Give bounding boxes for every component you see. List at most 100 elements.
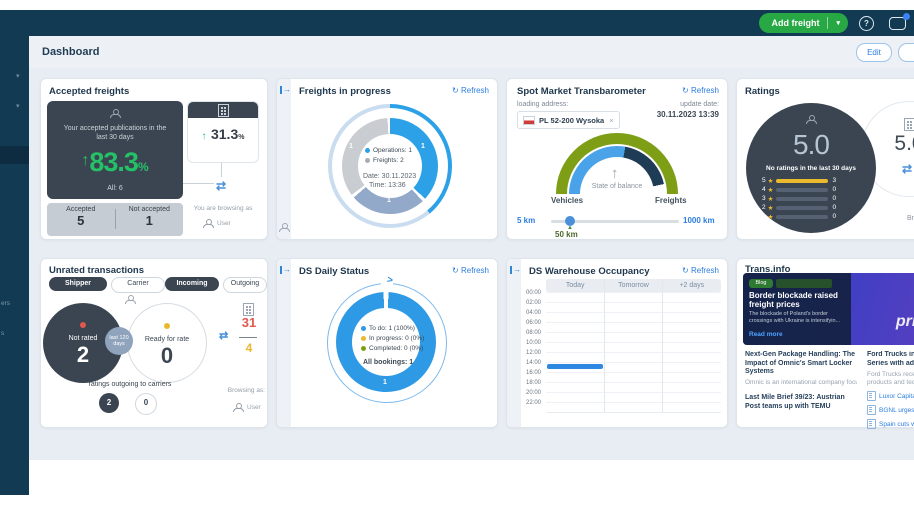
news-link-label: Luxor Capital Group rep: [879, 392, 914, 400]
toggle-shipper[interactable]: Shipper: [49, 277, 107, 291]
card-title: Ratings: [745, 86, 780, 97]
refresh-button[interactable]: ↻ Refresh: [682, 266, 719, 275]
refresh-button[interactable]: ↻ Refresh: [682, 86, 719, 95]
toggle-carrier[interactable]: Carrier: [111, 277, 165, 293]
browsing-as-text: Browsing as:: [227, 387, 265, 394]
percentage-value: 31.3: [210, 126, 239, 142]
user-icon: [125, 295, 136, 304]
company-percentage-panel: ↑ 31.3%: [187, 101, 259, 163]
fraction-line: [239, 337, 257, 338]
legend-label: Freights: 2: [373, 157, 404, 164]
count-top: 31: [241, 315, 257, 330]
edit-button[interactable]: Edit: [856, 43, 892, 62]
time-label: 04:00: [525, 310, 541, 316]
user-icon: [203, 219, 214, 228]
legend-label: Completed: 0 (0%): [369, 345, 424, 352]
time-label: 22:00: [525, 400, 541, 406]
refresh-label: Refresh: [690, 266, 719, 275]
news-hero[interactable]: de prices Blog Border blockade raised fr…: [743, 273, 914, 345]
refresh-button[interactable]: ↻ Refresh: [452, 266, 489, 275]
more-button[interactable]: [898, 43, 914, 62]
time-label: 14:00: [525, 360, 541, 366]
transinfo-card: Trans.info de prices Blog Border blockad…: [736, 258, 914, 429]
sidebar-item-label-fragment[interactable]: ers: [1, 300, 10, 307]
category-bar: [776, 279, 832, 288]
sidebar-item-label-fragment[interactable]: s: [1, 330, 4, 337]
current-distance-label: 50 km: [555, 230, 578, 239]
news-link[interactable]: Luxor Capital Group rep: [867, 391, 914, 401]
article-title[interactable]: Series with advanced saf: [867, 360, 914, 369]
article-title[interactable]: Next-Gen Package Handling: The Impact of…: [745, 351, 857, 377]
column-tomorrow[interactable]: Tomorrow: [604, 279, 662, 292]
browsing-user-label: User: [247, 404, 261, 411]
star-icon: ★: [767, 177, 774, 185]
yellow-status-dot: [164, 323, 170, 329]
range-max-label: 1000 km: [683, 216, 715, 225]
swap-icon[interactable]: ⇄: [219, 329, 228, 342]
export-arrow-icon[interactable]: →: [280, 86, 291, 94]
arrow-up-icon: ↑: [201, 131, 207, 142]
legend-freights: Freights: 2: [365, 157, 404, 164]
toggle-incoming[interactable]: Incoming: [165, 277, 219, 291]
rating-breakdown: 5 ★ 3 4 ★ 0 3 ★ 0 2 ★ 0 1 ★ 0: [762, 176, 862, 221]
news-link[interactable]: Spain cuts work permit: [867, 419, 914, 429]
legend-dot: [361, 336, 366, 341]
segment-value: 1: [421, 143, 425, 150]
refresh-label: Refresh: [690, 86, 719, 95]
refresh-icon: ↻: [452, 266, 459, 275]
accepted-label: Accepted: [66, 206, 96, 213]
export-arrow-icon[interactable]: →: [280, 266, 291, 274]
sidebar-chevron-down-icon[interactable]: ▾: [16, 72, 20, 80]
refresh-button[interactable]: ↻ Refresh: [452, 86, 489, 95]
time-label: 10:00: [525, 340, 541, 346]
count-bottom: 4: [245, 341, 253, 355]
star-count: 1: [762, 213, 766, 220]
swap-icon[interactable]: ⇄: [216, 179, 226, 193]
export-arrow-icon[interactable]: →: [510, 266, 521, 274]
time-label: 00:00: [525, 290, 541, 296]
legend-in-progress: In progress: 0 (0%): [361, 335, 424, 342]
user-rating-circle: 5.0 No ratings in the last 30 days 5 ★ 3 4…: [746, 103, 876, 233]
read-more-link[interactable]: Read more: [749, 331, 783, 338]
close-icon[interactable]: ×: [609, 116, 613, 125]
article-title[interactable]: Ford Trucks introduces th: [867, 351, 914, 360]
balance-arrow-icon: ↑: [611, 165, 619, 182]
toggle-outgoing[interactable]: Outgoing: [223, 277, 267, 293]
card-title: Unrated transactions: [49, 265, 145, 276]
chevron-down-icon[interactable]: ▾: [828, 19, 848, 27]
address-chip[interactable]: PL 52-200 Wysoka ×: [517, 111, 620, 129]
top-navbar: Add freight ▾ ?: [0, 10, 914, 36]
grid-divider: [604, 279, 605, 412]
outgoing-dark-count: 2: [99, 393, 119, 413]
help-icon[interactable]: ?: [859, 16, 874, 31]
star-count: 4: [762, 186, 766, 193]
sidebar-active-item[interactable]: [0, 146, 29, 164]
unrated-transactions-card: Unrated transactions Shipper Carrier Inc…: [40, 258, 268, 428]
segment-value: 1: [349, 143, 353, 150]
browsing-user: User: [203, 219, 231, 228]
browsing-user: User: [233, 403, 261, 412]
sidebar-chevron-down-icon[interactable]: ▾: [16, 102, 20, 110]
hero-headline[interactable]: Border blockade raised freight prices: [749, 291, 849, 309]
period-line: days: [113, 341, 125, 347]
left-sidebar: ▾ ▾ ers s: [0, 36, 29, 495]
article-title[interactable]: Last Mile Brief 39/23: Austrian Post tea…: [745, 394, 857, 411]
news-link-label: BGNL urges transitional: [879, 406, 914, 414]
add-freight-button[interactable]: Add freight ▾: [759, 13, 848, 33]
legend-dot: [365, 148, 370, 153]
card-title: Spot Market Transbarometer: [517, 86, 646, 97]
card-title: DS Warehouse Occupancy: [529, 266, 650, 277]
rating-bar: [776, 196, 829, 201]
rating-row: 2 ★ 0: [762, 203, 862, 212]
article-icon: [867, 391, 876, 401]
update-date-value: 30.11.2023 13:39: [656, 110, 719, 119]
column-today[interactable]: Today: [546, 279, 604, 292]
occupancy-booking-bar[interactable]: [547, 364, 603, 369]
hero-background-word: prices: [895, 313, 914, 330]
column-plus2days[interactable]: +2 days: [663, 279, 721, 292]
time-label: 06:00: [525, 320, 541, 326]
news-link[interactable]: BGNL urges transitional: [867, 405, 914, 415]
time-label: 18:00: [525, 380, 541, 386]
segment-value: 1: [383, 379, 387, 386]
swap-icon[interactable]: ⇄: [902, 162, 912, 176]
